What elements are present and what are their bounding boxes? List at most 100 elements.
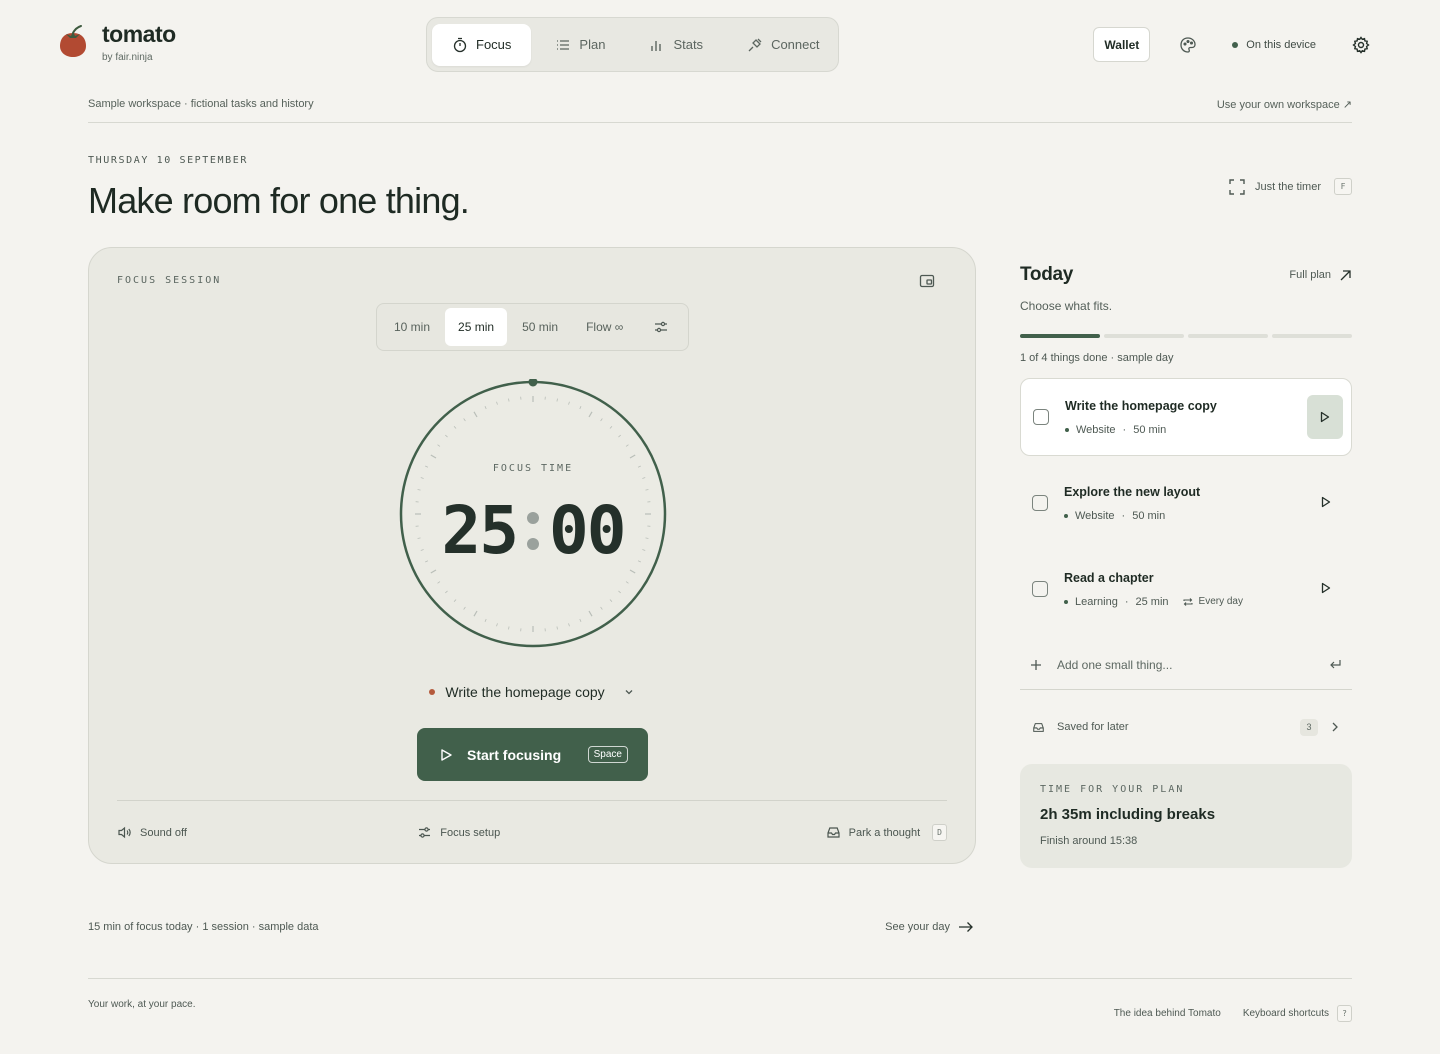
task-duration: 50 min <box>1132 509 1166 522</box>
idea-behind-link[interactable]: The idea behind Tomato <box>1114 1008 1221 1019</box>
focus-card-footer: Sound off Focus setup Park a thought D <box>117 800 947 864</box>
plan-time-card: TIME FOR YOUR PLAN 2h 35m including brea… <box>1020 764 1352 868</box>
timer-colon <box>527 511 539 550</box>
plug-icon <box>748 38 762 51</box>
today-title: Today <box>1020 264 1074 285</box>
chevron-down-icon <box>625 690 633 695</box>
tab-focus[interactable]: Focus <box>432 23 532 66</box>
main-nav: Focus Plan Stats Connect <box>426 17 839 72</box>
wallet-button[interactable]: Wallet <box>1093 27 1151 62</box>
duration-10-min[interactable]: 10 min <box>381 308 443 346</box>
tab-focus-label: Focus <box>476 37 512 52</box>
task-play-button[interactable] <box>1307 395 1343 439</box>
shortcut-key-question: ? <box>1337 1005 1352 1022</box>
brand-name: tomato <box>102 21 176 47</box>
bar-chart-icon <box>651 40 662 51</box>
see-your-day-label: See your day <box>885 921 950 933</box>
play-icon <box>441 748 452 761</box>
timer-minutes: 25 <box>441 492 519 569</box>
device-label: On this device <box>1246 38 1316 51</box>
workspace-bar: Sample workspace · fictional tasks and h… <box>88 98 1352 123</box>
duration-25-min[interactable]: 25 min <box>445 308 508 346</box>
shortcut-key-d: D <box>932 824 947 841</box>
tab-connect-label: Connect <box>771 37 820 52</box>
arrow-up-right-icon <box>1340 269 1351 280</box>
tab-connect[interactable]: Connect <box>727 24 839 66</box>
saved-for-later-row[interactable]: Saved for later 3 <box>1020 690 1352 764</box>
task-play-button[interactable] <box>1308 480 1344 524</box>
task-checkbox[interactable] <box>1032 495 1048 511</box>
task-item[interactable]: Read a chapter Learning · 25 min Every d… <box>1020 550 1352 628</box>
just-the-timer-button[interactable]: Just the timer F <box>1229 178 1352 195</box>
plus-icon <box>1031 659 1041 670</box>
task-checkbox[interactable] <box>1033 409 1049 425</box>
online-dot-icon <box>1232 41 1239 48</box>
workspace-label: Sample workspace · fictional tasks and h… <box>88 98 314 110</box>
footer-tagline: Your work, at your pace. <box>88 999 196 1010</box>
just-the-timer-label: Just the timer <box>1254 180 1321 193</box>
gear-icon[interactable] <box>1352 35 1370 54</box>
sliders-icon[interactable] <box>654 320 668 334</box>
list-icon <box>557 39 570 50</box>
brand[interactable]: tomato by fair.ninja <box>58 22 176 63</box>
page-footer: Your work, at your pace. The idea behind… <box>88 978 1352 1028</box>
tomato-logo-icon <box>60 25 86 57</box>
picture-in-picture-icon[interactable] <box>919 273 935 289</box>
arrow-right-icon <box>959 922 973 932</box>
task-item[interactable]: Explore the new layout Website · 50 min <box>1020 464 1352 542</box>
duration-flow[interactable]: Flow ∞ <box>573 308 636 346</box>
timer-display: 25 00 <box>398 492 668 569</box>
progress-segment <box>1272 334 1352 338</box>
shortcut-key-space: Space <box>587 746 628 763</box>
current-task-selector[interactable]: Write the homepage copy <box>89 684 975 700</box>
task-project: Learning <box>1075 595 1118 608</box>
plan-time-label: TIME FOR YOUR PLAN <box>1040 784 1185 795</box>
duration-50-min[interactable]: 50 min <box>509 308 571 346</box>
meta-separator: · <box>1122 423 1127 436</box>
task-checkbox[interactable] <box>1032 581 1048 597</box>
task-repeat: Every day <box>1182 596 1243 608</box>
saved-for-later-label: Saved for later <box>1057 721 1129 733</box>
task-project: Website <box>1075 509 1115 522</box>
park-thought-button[interactable]: Park a thought D <box>826 824 947 841</box>
task-duration: 25 min <box>1135 595 1169 608</box>
project-dot-icon <box>1064 599 1068 604</box>
speaker-icon <box>118 826 131 839</box>
sliders-icon <box>419 827 431 838</box>
see-your-day-link[interactable]: See your day <box>885 921 974 933</box>
task-name: Write the homepage copy <box>1065 398 1217 413</box>
play-icon <box>1321 582 1331 594</box>
tab-stats[interactable]: Stats <box>629 24 723 66</box>
device-status[interactable]: On this device <box>1232 39 1316 51</box>
progress-segment <box>1188 334 1268 338</box>
start-focusing-button[interactable]: Start focusing Space <box>417 728 648 781</box>
task-play-button[interactable] <box>1308 566 1344 610</box>
duration-selector: 10 min 25 min 50 min Flow ∞ <box>376 303 689 351</box>
focus-session-card: FOCUS SESSION 10 min 25 min 50 min Flow … <box>88 247 976 864</box>
meta-separator: · <box>1124 595 1129 608</box>
play-icon <box>1320 411 1330 423</box>
inbox-icon <box>1033 722 1044 732</box>
add-task-placeholder: Add one small thing... <box>1057 657 1173 672</box>
focus-session-label: FOCUS SESSION <box>117 275 222 286</box>
sound-toggle[interactable]: Sound off <box>117 825 187 840</box>
task-name: Explore the new layout <box>1064 484 1201 499</box>
saved-count-badge: 3 <box>1300 718 1318 736</box>
project-dot-icon <box>1065 427 1069 432</box>
palette-icon[interactable] <box>1178 35 1198 55</box>
focus-setup-button[interactable]: Focus setup <box>417 825 500 840</box>
current-task-name: Write the homepage copy <box>445 684 605 700</box>
tab-plan[interactable]: Plan <box>535 24 625 66</box>
play-icon <box>1321 496 1331 508</box>
chevron-right-icon <box>1332 722 1338 732</box>
focus-setup-label: Focus setup <box>440 826 501 839</box>
full-plan-link[interactable]: Full plan <box>1289 269 1352 282</box>
use-own-workspace-link[interactable]: Use your own workspace ↗ <box>1217 98 1352 122</box>
add-task-input[interactable]: Add one small thing... <box>1020 640 1352 690</box>
keyboard-shortcuts-link[interactable]: Keyboard shortcuts ? <box>1243 1005 1352 1022</box>
enter-icon[interactable] <box>1329 658 1342 671</box>
keyboard-shortcuts-label: Keyboard shortcuts <box>1242 1008 1329 1019</box>
task-item[interactable]: Write the homepage copy Website · 50 min <box>1020 378 1352 456</box>
sound-label: Sound off <box>140 826 187 839</box>
tab-plan-label: Plan <box>579 37 606 52</box>
